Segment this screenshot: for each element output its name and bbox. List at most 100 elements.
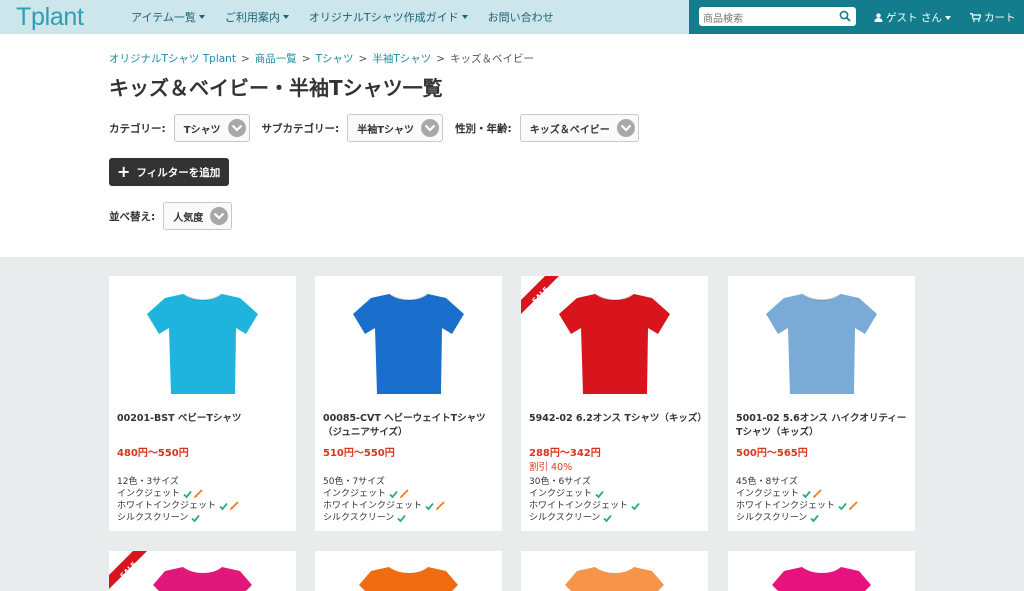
site-header: Tplant アイテム一覧 ご利用案内 オリジナルTシャツ作成ガイド お問い合わ…: [0, 0, 1024, 34]
nav-item-tshirt-guide[interactable]: オリジナルTシャツ作成ガイド: [309, 9, 468, 25]
check-icon: [802, 490, 811, 498]
tshirt-image: [353, 293, 464, 394]
print-method: シルクスクリーン: [117, 512, 239, 524]
breadcrumb-link-tshirt[interactable]: Tシャツ: [316, 51, 354, 66]
product-meta: 30色・6サイズ インクジェット ホワイトインクジェット シルクスクリーン: [529, 476, 640, 524]
product-card[interactable]: [521, 551, 708, 591]
brush-icon: [194, 489, 203, 498]
product-image[interactable]: [728, 276, 915, 406]
sort-label: 並べ替え:: [109, 210, 156, 223]
print-method: ホワイトインクジェット: [117, 500, 239, 512]
search-icon[interactable]: [839, 10, 851, 22]
caret-down-icon: [198, 15, 205, 19]
product-name[interactable]: 00085-CVT ヘビーウェイトTシャツ（ジュニアサイズ）: [323, 412, 499, 440]
check-icon: [838, 502, 847, 510]
print-method: シルクスクリーン: [736, 512, 858, 524]
product-card[interactable]: SALE 5942-02 6.2オンス Tシャツ（キッズ） 288円〜342円 …: [521, 276, 708, 531]
cart-link[interactable]: カート: [970, 10, 1016, 25]
product-image[interactable]: [109, 276, 296, 406]
category-label: カテゴリー:: [109, 122, 166, 135]
product-name[interactable]: 5001-02 5.6オンス ハイクオリティーTシャツ（キッズ）: [736, 412, 912, 440]
breadcrumb-separator: >: [358, 52, 368, 65]
gender-age-select[interactable]: キッズ＆ベイビー: [519, 114, 639, 142]
product-card[interactable]: 5001-02 5.6オンス ハイクオリティーTシャツ（キッズ） 500円〜56…: [728, 276, 915, 531]
gender-age-label: 性別・年齢:: [455, 122, 512, 135]
filter-row: カテゴリー: Tシャツ サブカテゴリー: 半袖Tシャツ 性別・年齢: キッズ＆ベ…: [109, 114, 651, 142]
product-name[interactable]: 5942-02 6.2オンス Tシャツ（キッズ）: [529, 412, 707, 426]
breadcrumb-separator: >: [301, 52, 311, 65]
chevron-down-icon: [616, 119, 635, 137]
product-meta: 45色・8サイズ インクジェット ホワイトインクジェット シルクスクリーン: [736, 476, 858, 524]
tshirt-image: [766, 293, 877, 394]
subcategory-select[interactable]: 半袖Tシャツ: [347, 114, 444, 142]
product-card[interactable]: 00201-BST ベビーTシャツ 480円〜550円 12色・3サイズ インクジ…: [109, 276, 296, 531]
chevron-down-icon: [210, 207, 229, 225]
breadcrumb-link-products[interactable]: 商品一覧: [255, 51, 297, 66]
breadcrumb-separator: >: [436, 52, 446, 65]
cart-icon: [970, 13, 981, 22]
product-sizes: 50色・7サイズ: [323, 477, 385, 487]
search-input[interactable]: [699, 10, 829, 29]
chevron-down-icon: [227, 119, 246, 137]
product-image[interactable]: [315, 276, 502, 406]
category-select[interactable]: Tシャツ: [173, 114, 250, 142]
print-method: インクジェット: [117, 488, 239, 500]
subcategory-label: サブカテゴリー:: [261, 122, 340, 135]
guest-menu[interactable]: ゲスト さん: [874, 10, 951, 25]
print-method: インクジェット: [529, 488, 640, 500]
check-icon: [219, 502, 228, 510]
breadcrumb-link-short-sleeve[interactable]: 半袖Tシャツ: [372, 51, 431, 66]
product-discount: 割引 40%: [529, 462, 573, 473]
product-sizes: 30色・6サイズ: [529, 477, 591, 487]
brush-icon: [849, 501, 858, 510]
check-icon: [631, 502, 640, 510]
check-icon: [425, 502, 434, 510]
product-price: 510円〜550円: [323, 448, 395, 459]
sort-select[interactable]: 人気度: [163, 202, 233, 230]
main-nav: アイテム一覧 ご利用案内 オリジナルTシャツ作成ガイド お問い合わせ: [131, 0, 574, 34]
product-card[interactable]: 00085-CVT ヘビーウェイトTシャツ（ジュニアサイズ） 510円〜550円…: [315, 276, 502, 531]
search-box: [699, 7, 856, 29]
product-card[interactable]: SALE: [109, 551, 296, 591]
print-method: インクジェット: [323, 488, 445, 500]
product-name[interactable]: 00201-BST ベビーTシャツ: [117, 412, 293, 426]
tshirt-image: [359, 567, 458, 591]
check-icon: [389, 490, 398, 498]
page-title: キッズ＆ベイビー・半袖Tシャツ一覧: [109, 76, 443, 100]
brush-icon: [230, 501, 239, 510]
product-meta: 12色・3サイズ インクジェット ホワイトインクジェット シルクスクリーン: [117, 476, 239, 524]
nav-item-contact[interactable]: お問い合わせ: [488, 9, 554, 25]
print-method: シルクスクリーン: [529, 512, 640, 524]
add-filter-button[interactable]: + フィルターを追加: [109, 158, 229, 186]
check-icon: [397, 514, 406, 522]
caret-down-icon: [461, 15, 468, 19]
product-price: 288円〜342円: [529, 448, 601, 459]
site-logo[interactable]: Tplant: [16, 3, 84, 32]
print-method: シルクスクリーン: [323, 512, 445, 524]
sort-row: 並べ替え: 人気度: [109, 202, 244, 230]
print-method: ホワイトインクジェット: [529, 500, 640, 512]
nav-item-items[interactable]: アイテム一覧: [131, 9, 205, 25]
chevron-down-icon: [421, 119, 440, 137]
check-icon: [191, 514, 200, 522]
breadcrumb-current: キッズ＆ベイビー: [450, 53, 535, 65]
breadcrumb-separator: >: [240, 52, 250, 65]
check-icon: [603, 514, 612, 522]
breadcrumb-link-home[interactable]: オリジナルTシャツ Tplant: [109, 51, 236, 66]
product-card[interactable]: [728, 551, 915, 591]
product-sizes: 12色・3サイズ: [117, 477, 179, 487]
product-sizes: 45色・8サイズ: [736, 477, 798, 487]
sale-ribbon: SALE: [521, 276, 559, 314]
header-utility-bar: ゲスト さん カート: [689, 0, 1024, 34]
brush-icon: [813, 489, 822, 498]
brush-icon: [400, 489, 409, 498]
nav-item-guide[interactable]: ご利用案内: [225, 9, 289, 25]
plus-icon: +: [117, 162, 131, 181]
breadcrumb: オリジナルTシャツ Tplant > 商品一覧 > Tシャツ > 半袖Tシャツ > キッ…: [109, 51, 534, 66]
product-card[interactable]: [315, 551, 502, 591]
user-icon: [874, 13, 883, 22]
check-icon: [810, 514, 819, 522]
tshirt-image: [772, 567, 871, 591]
sale-ribbon: SALE: [109, 551, 147, 589]
tshirt-image: [565, 567, 664, 591]
